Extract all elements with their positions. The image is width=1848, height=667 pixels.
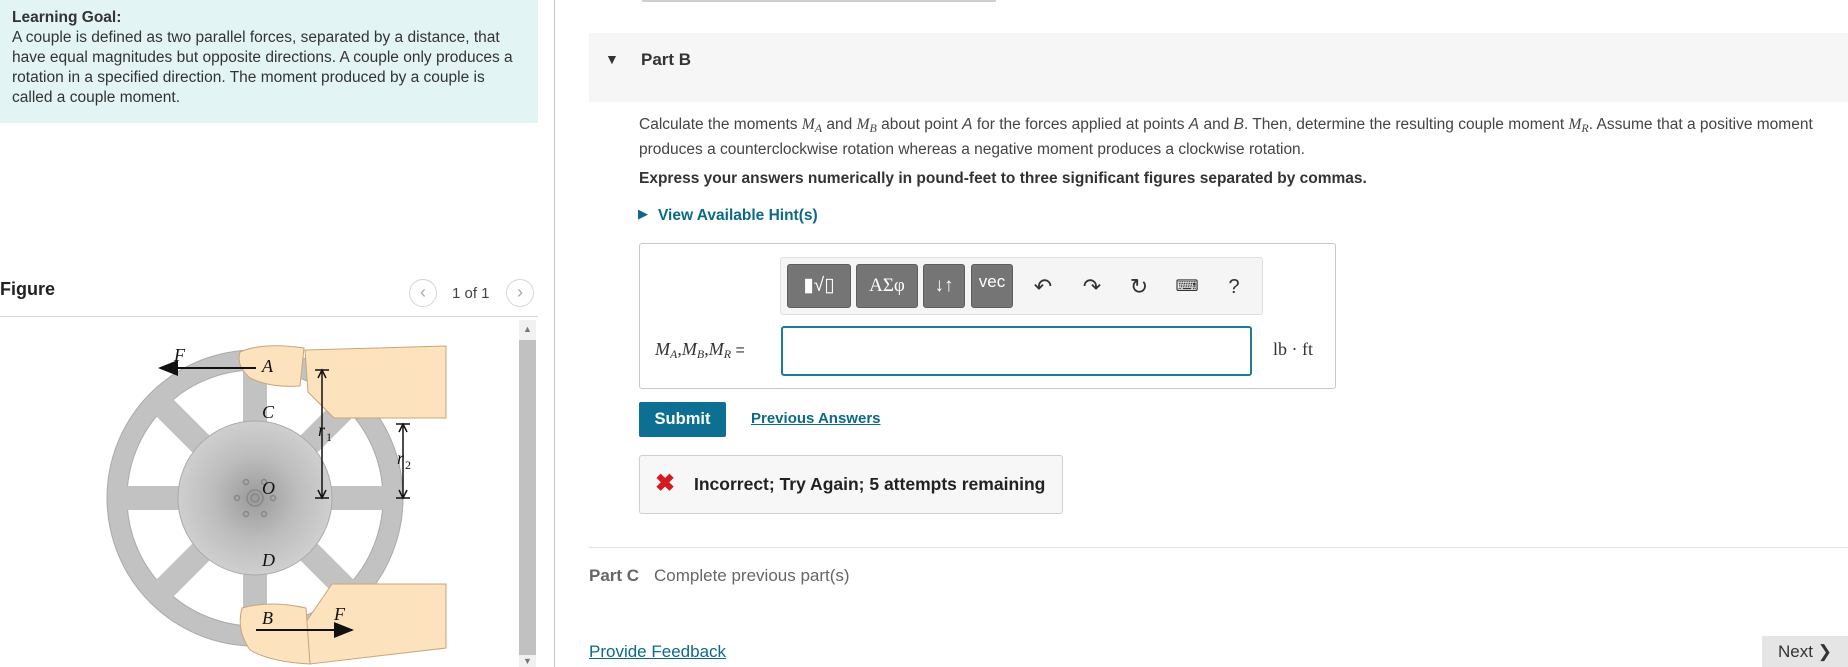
figure-label-r2-sub: 2 bbox=[405, 458, 411, 472]
figure-label-B: B bbox=[262, 608, 273, 628]
figure-title: Figure bbox=[0, 279, 56, 299]
steering-wheel-figure: F A C O D B F r 1 r 2 bbox=[106, 345, 447, 665]
part-b-label[interactable]: Part B bbox=[641, 50, 691, 70]
provide-feedback-link[interactable]: Provide Feedback bbox=[589, 642, 726, 662]
answer-units: lb · ft bbox=[1273, 339, 1313, 359]
figure-label-D: D bbox=[261, 550, 275, 570]
part-c-divider bbox=[589, 547, 1848, 548]
math-MR: MR bbox=[1568, 116, 1589, 135]
figure-label-F-top: F bbox=[173, 345, 186, 365]
caret-down-icon[interactable]: ▼ bbox=[605, 51, 619, 67]
undo-icon[interactable]: ↶ bbox=[1028, 272, 1058, 302]
part-c-status: Complete previous part(s) bbox=[654, 566, 850, 585]
figure-label-A: A bbox=[261, 356, 274, 376]
learning-goal-box: Learning Goal: A couple is defined as tw… bbox=[0, 0, 538, 123]
math-MB: MB bbox=[856, 116, 877, 135]
error-x-icon: ✖ bbox=[655, 470, 676, 497]
templates-button[interactable]: ▮√▯ bbox=[787, 264, 851, 308]
help-button[interactable]: ? bbox=[1219, 272, 1249, 302]
figure-label-r1: r bbox=[318, 420, 326, 440]
chevron-right-icon: ❯ bbox=[1817, 642, 1832, 661]
math-MA: MA bbox=[801, 116, 823, 135]
figure-label-F-bottom: F bbox=[333, 604, 346, 624]
figure-prev-button[interactable]: ‹ bbox=[409, 279, 437, 307]
answer-instruction: Express your answers numerically in poun… bbox=[639, 170, 1367, 187]
learning-goal-title: Learning Goal: bbox=[12, 9, 122, 26]
part-c-label: Part C bbox=[589, 566, 640, 585]
figure-label-O: O bbox=[262, 478, 275, 498]
wheel-hub bbox=[177, 420, 333, 576]
figure-counter: 1 of 1 bbox=[452, 285, 490, 302]
reset-icon[interactable]: ↻ bbox=[1124, 272, 1154, 302]
chevron-left-icon: ‹ bbox=[420, 282, 426, 302]
figure-divider bbox=[0, 316, 538, 317]
learning-goal-text: A couple is defined as two parallel forc… bbox=[12, 29, 513, 106]
next-label: Next bbox=[1778, 642, 1813, 661]
figure-scrollbar-thumb[interactable] bbox=[519, 340, 536, 655]
figure-label-r1-sub: 1 bbox=[326, 430, 332, 444]
submit-button[interactable]: Submit bbox=[639, 402, 726, 437]
top-field-edge bbox=[642, 0, 996, 2]
greek-symbols-button[interactable]: ΑΣφ bbox=[856, 264, 918, 308]
figure-label-C: C bbox=[262, 402, 275, 422]
view-hints-link[interactable]: View Available Hint(s) bbox=[658, 207, 818, 225]
previous-answers-link[interactable]: Previous Answers bbox=[751, 410, 881, 427]
chevron-right-icon: › bbox=[517, 282, 523, 302]
figure-label-r2: r bbox=[397, 448, 405, 468]
scroll-up-icon[interactable]: ▲ bbox=[519, 324, 536, 334]
redo-icon[interactable]: ↷ bbox=[1077, 272, 1107, 302]
caret-right-icon[interactable]: ▶ bbox=[638, 206, 648, 222]
arrows-button[interactable]: ↓↑ bbox=[923, 264, 965, 308]
figure-next-button[interactable]: › bbox=[506, 279, 534, 307]
answer-input[interactable] bbox=[781, 326, 1252, 376]
scroll-down-icon[interactable]: ▼ bbox=[519, 656, 536, 666]
keyboard-icon[interactable]: ⌨ bbox=[1172, 272, 1202, 302]
question-text: Calculate the moments MA and MB about po… bbox=[639, 116, 1813, 158]
answer-label: MA,MB,MR = bbox=[655, 339, 745, 361]
vector-button[interactable]: vec bbox=[971, 264, 1013, 308]
part-b-header[interactable] bbox=[589, 33, 1848, 102]
next-button[interactable]: Next ❯ bbox=[1762, 636, 1848, 667]
panel-divider bbox=[554, 0, 555, 667]
feedback-message: Incorrect; Try Again; 5 attempts remaini… bbox=[694, 474, 1046, 494]
